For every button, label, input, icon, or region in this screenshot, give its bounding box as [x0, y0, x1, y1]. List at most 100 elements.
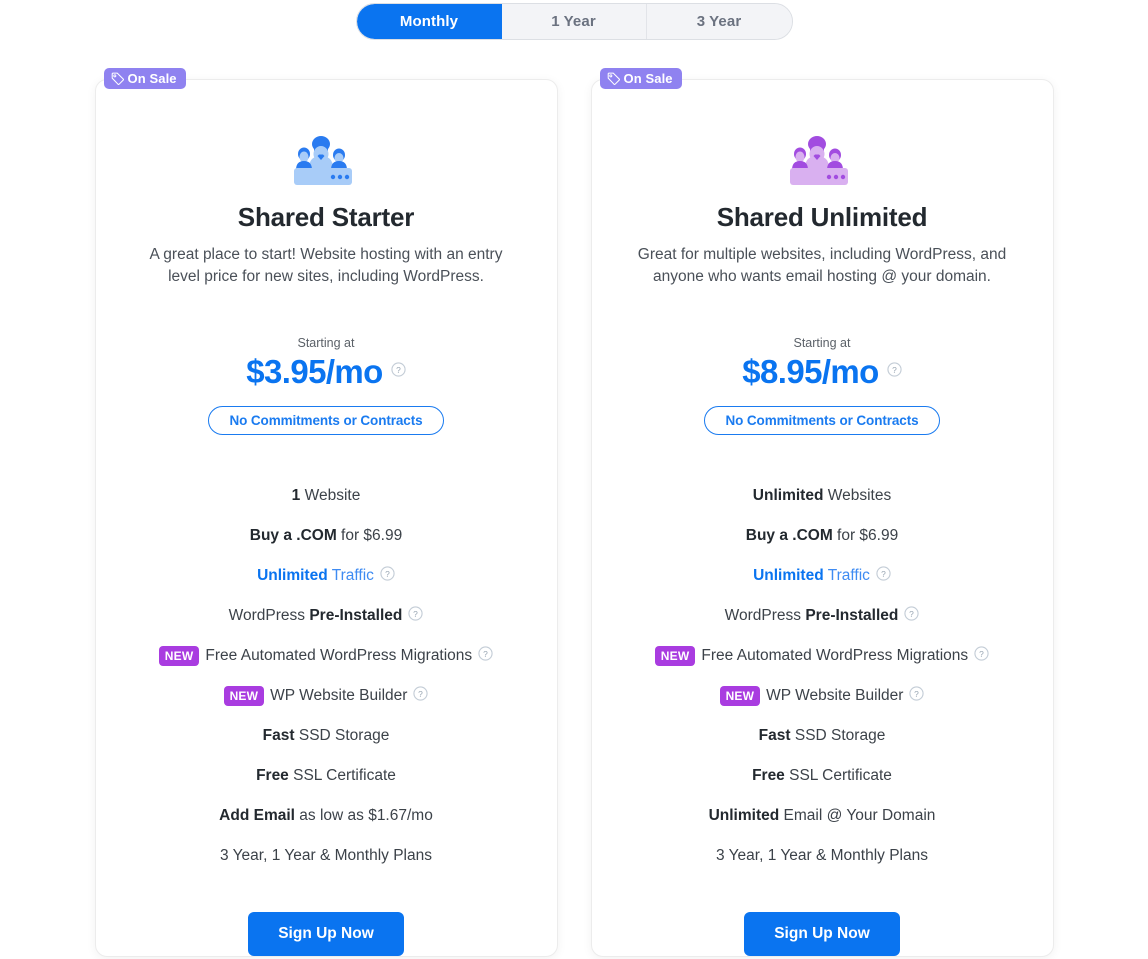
pricing-card: On Sale Shared Starter A great place to st…: [94, 68, 558, 958]
feature-text: Free SSL Certificate: [752, 767, 892, 786]
feature-item: 1 Website: [130, 476, 523, 516]
feature-text-part: Buy a .COM: [745, 526, 833, 544]
feature-text-part: Pre-Installed: [805, 606, 899, 624]
new-badge: NEW: [719, 686, 761, 707]
feature-text-part: Free Automated WordPress Migrations: [205, 646, 473, 664]
feature-text: Free SSL Certificate: [256, 767, 396, 786]
term-tab-1-year[interactable]: 1 Year: [501, 4, 647, 39]
feature-item: NEW Free Automated WordPress Migrations?: [626, 636, 1019, 676]
feature-text: Fast SSD Storage: [759, 727, 886, 746]
feature-text-part: Unlimited: [257, 566, 328, 584]
feature-text: 3 Year, 1 Year & Monthly Plans: [220, 847, 432, 866]
feature-text-part: Fast: [262, 726, 295, 744]
help-tooltip-icon[interactable]: ?: [904, 606, 919, 627]
feature-item: Free SSL Certificate: [626, 756, 1019, 796]
feature-text: 1 Website: [292, 487, 361, 506]
svg-text:?: ?: [892, 365, 897, 375]
feature-text-part: Traffic: [823, 566, 870, 584]
feature-text: Unlimited Traffic: [753, 567, 870, 586]
feature-text-part: WordPress: [228, 606, 310, 624]
help-tooltip-icon[interactable]: ?: [876, 566, 891, 587]
svg-text:?: ?: [915, 689, 920, 699]
tag-icon: [607, 72, 620, 85]
feature-item: Buy a .COM for $6.99: [130, 516, 523, 556]
help-tooltip-icon[interactable]: ?: [909, 686, 925, 707]
feature-text-part: Buy a .COM: [249, 526, 337, 544]
sign-up-now-button[interactable]: Sign Up Now: [248, 912, 404, 957]
feature-text-part: Add Email: [219, 806, 295, 824]
feature-item: NEW WP Website Builder?: [626, 676, 1019, 716]
tag-icon: [111, 72, 124, 85]
feature-text-part: WP Website Builder: [766, 686, 904, 704]
feature-text-part: for $6.99: [336, 526, 403, 544]
svg-text:?: ?: [910, 609, 915, 619]
starting-at-label: Starting at: [297, 336, 355, 350]
feature-text-part: Email @ Your Domain: [779, 806, 936, 824]
pricing-cards-container: On Sale Shared Starter A great place to st…: [0, 40, 1148, 958]
svg-text:?: ?: [396, 365, 401, 375]
price-row: $3.95/mo?: [130, 351, 523, 392]
help-tooltip-icon[interactable]: ?: [974, 646, 989, 667]
feature-item: Fast SSD Storage: [626, 716, 1019, 756]
feature-item: Unlimited Traffic?: [626, 556, 1019, 596]
feature-text-part: Pre-Installed: [309, 606, 403, 624]
feature-item: WordPress Pre-Installed?: [130, 596, 523, 636]
feature-item: 3 Year, 1 Year & Monthly Plans: [130, 836, 523, 876]
feature-item: NEW Free Automated WordPress Migrations?: [130, 636, 523, 676]
feature-text-part: Traffic: [327, 566, 374, 584]
plan-description: Great for multiple websites, including W…: [637, 246, 1007, 285]
starting-at-label: Starting at: [793, 336, 851, 350]
on-sale-badge-label: On Sale: [127, 71, 177, 86]
term-tab-3-year[interactable]: 3 Year: [646, 4, 792, 39]
feature-text-part: 3 Year, 1 Year & Monthly Plans: [220, 846, 432, 864]
feature-text: WP Website Builder: [766, 687, 903, 706]
new-badge: NEW: [223, 686, 265, 707]
feature-list: Unlimited Websites Buy a .COM for $6.99 Un…: [626, 476, 1019, 876]
price-row: $8.95/mo?: [626, 351, 1019, 392]
svg-text:?: ?: [881, 569, 886, 579]
plan-price: $3.95/mo: [246, 353, 383, 390]
help-tooltip-icon[interactable]: ?: [408, 606, 423, 627]
feature-text-part: 3 Year, 1 Year & Monthly Plans: [716, 846, 928, 864]
feature-text-part: Free: [752, 766, 785, 784]
help-tooltip-icon[interactable]: ?: [887, 362, 902, 382]
plan-price: $8.95/mo: [742, 353, 879, 390]
group-people-icon: [130, 124, 523, 194]
feature-text: Unlimited Websites: [753, 487, 891, 506]
feature-text-part: as low as $1.67/mo: [294, 806, 433, 824]
feature-text: Unlimited Traffic: [257, 567, 374, 586]
sign-up-now-button[interactable]: Sign Up Now: [744, 912, 900, 957]
feature-item: Add Email as low as $1.67/mo: [130, 796, 523, 836]
feature-text: Add Email as low as $1.67/mo: [219, 807, 433, 826]
pricing-card: On Sale Shared Unlimited Great for multipl…: [590, 68, 1054, 958]
feature-text: WordPress Pre-Installed: [725, 607, 899, 626]
group-people-icon: [626, 124, 1019, 194]
feature-item: Unlimited Email @ Your Domain: [626, 796, 1019, 836]
feature-text-part: Free Automated WordPress Migrations: [701, 646, 969, 664]
feature-text-part: SSL Certificate: [288, 766, 396, 784]
feature-text-part: SSD Storage: [790, 726, 886, 744]
help-tooltip-icon[interactable]: ?: [380, 566, 395, 587]
svg-text:?: ?: [385, 569, 390, 579]
feature-text-part: Websites: [823, 486, 892, 504]
feature-text-part: Unlimited: [708, 806, 780, 824]
help-tooltip-icon[interactable]: ?: [391, 362, 406, 382]
help-tooltip-icon[interactable]: ?: [413, 686, 429, 707]
feature-text-part: Website: [300, 486, 361, 504]
feature-item: Unlimited Websites: [626, 476, 1019, 516]
term-tab-monthly[interactable]: Monthly: [356, 4, 502, 39]
help-tooltip-icon[interactable]: ?: [478, 646, 493, 667]
on-sale-badge: On Sale: [599, 68, 682, 89]
no-commitments-pill[interactable]: No Commitments or Contracts: [208, 406, 444, 436]
feature-text-part: Unlimited: [753, 566, 824, 584]
no-commitments-pill[interactable]: No Commitments or Contracts: [704, 406, 940, 436]
billing-term-switch[interactable]: Monthly 1 Year 3 Year: [355, 3, 793, 40]
plan-description: A great place to start! Website hosting …: [149, 246, 503, 285]
feature-item: Free SSL Certificate: [130, 756, 523, 796]
billing-term-switch-container: Monthly 1 Year 3 Year: [0, 0, 1148, 40]
feature-list: 1 Website Buy a .COM for $6.99 Unlimited T…: [130, 476, 523, 876]
plan-title: Shared Starter: [237, 202, 415, 232]
feature-text: Free Automated WordPress Migrations: [205, 647, 472, 666]
feature-item: NEW WP Website Builder?: [130, 676, 523, 716]
signup-button-container: Sign Up Now: [130, 912, 523, 957]
